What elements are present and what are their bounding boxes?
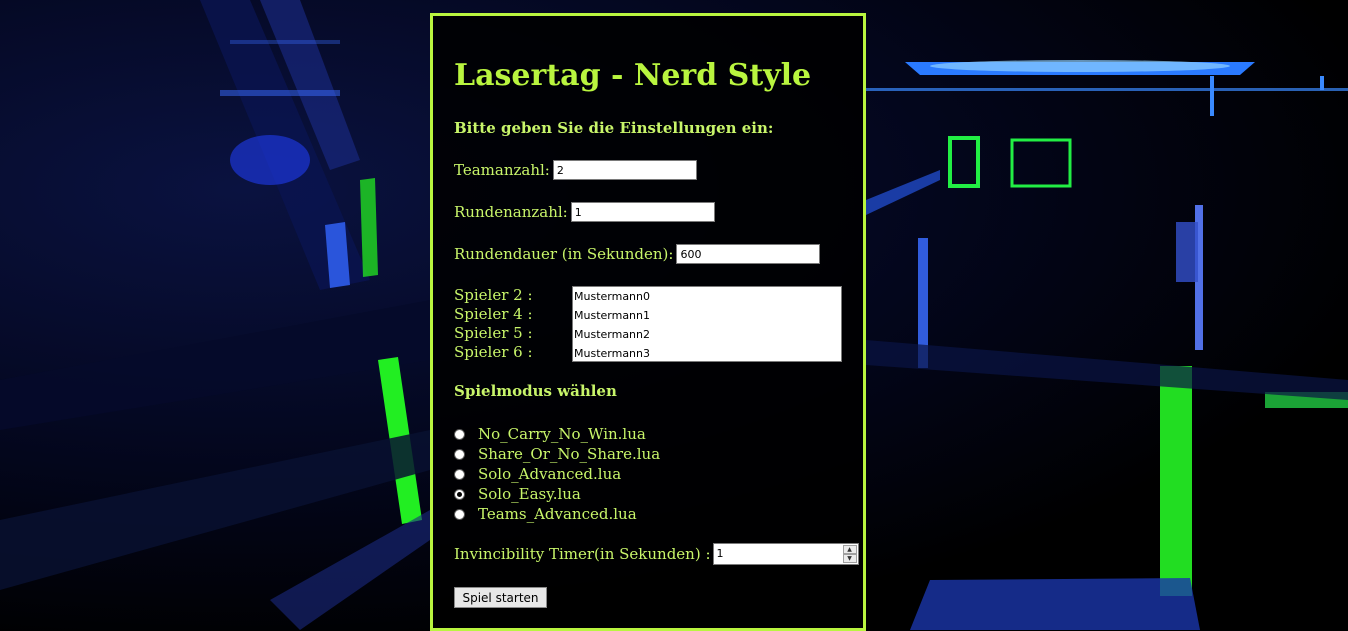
game-mode-label[interactable]: Share_Or_No_Share.lua	[478, 445, 660, 463]
radio-button[interactable]	[454, 508, 465, 520]
player-name-option[interactable]: Mustermann3	[573, 344, 841, 361]
invincibility-timer-value: 1	[716, 547, 724, 560]
player-name-option[interactable]: Mustermann1	[573, 306, 841, 325]
team-count-row: Teamanzahl:	[454, 160, 697, 180]
player-name-option[interactable]: Mustermann2	[573, 325, 841, 344]
settings-prompt: Bitte geben Sie die Einstellungen ein:	[454, 119, 774, 137]
radio-button[interactable]	[454, 448, 465, 460]
invincibility-timer-input[interactable]: 1 ▲ ▼	[712, 543, 859, 565]
player-label: Spieler 2 :	[454, 286, 533, 304]
radio-button[interactable]	[454, 428, 465, 440]
player-name-option[interactable]: Mustermann0	[573, 287, 841, 306]
team-count-input[interactable]	[552, 160, 697, 180]
game-mode-label[interactable]: Teams_Advanced.lua	[478, 505, 637, 523]
player-label: Spieler 6 :	[454, 343, 533, 361]
game-mode-heading: Spielmodus wählen	[454, 382, 617, 400]
player-name-list[interactable]: Mustermann0 Mustermann1 Mustermann2 Must…	[572, 286, 842, 362]
game-mode-option[interactable]: Solo_Advanced.lua	[454, 464, 660, 484]
settings-panel: Lasertag - Nerd Style Bitte geben Sie di…	[430, 13, 866, 631]
round-duration-input[interactable]	[676, 244, 821, 264]
game-mode-option[interactable]: No_Carry_No_Win.lua	[454, 424, 660, 444]
players-section: Spieler 2 : Spieler 4 : Spieler 5 : Spie…	[454, 286, 844, 366]
radio-button[interactable]	[454, 468, 465, 480]
round-count-input[interactable]	[570, 202, 715, 222]
game-mode-label[interactable]: Solo_Advanced.lua	[478, 465, 621, 483]
game-mode-option[interactable]: Teams_Advanced.lua	[454, 504, 660, 524]
round-duration-row: Rundendauer (in Sekunden):	[454, 244, 821, 264]
game-mode-option[interactable]: Share_Or_No_Share.lua	[454, 444, 660, 464]
page-title: Lasertag - Nerd Style	[454, 58, 812, 93]
round-duration-label: Rundendauer (in Sekunden):	[454, 245, 674, 263]
invincibility-timer-label: Invincibility Timer(in Sekunden) :	[454, 545, 711, 563]
invincibility-timer-row: Invincibility Timer(in Sekunden) : 1 ▲ ▼	[454, 543, 859, 565]
game-mode-option[interactable]: Solo_Easy.lua	[454, 484, 660, 504]
game-mode-label[interactable]: Solo_Easy.lua	[478, 485, 581, 503]
team-count-label: Teamanzahl:	[454, 161, 550, 179]
spinner-up-icon[interactable]: ▲	[842, 545, 857, 554]
game-mode-options: No_Carry_No_Win.lua Share_Or_No_Share.lu…	[454, 424, 660, 524]
round-count-label: Rundenanzahl:	[454, 203, 568, 221]
spinner-arrows: ▲ ▼	[842, 545, 857, 563]
player-labels: Spieler 2 : Spieler 4 : Spieler 5 : Spie…	[454, 286, 533, 362]
spinner-down-icon[interactable]: ▼	[842, 554, 857, 563]
round-count-row: Rundenanzahl:	[454, 202, 715, 222]
player-label: Spieler 5 :	[454, 324, 533, 342]
start-game-button[interactable]: Spiel starten	[454, 587, 547, 608]
game-mode-label[interactable]: No_Carry_No_Win.lua	[478, 425, 646, 443]
radio-button[interactable]	[454, 488, 465, 500]
player-label: Spieler 4 :	[454, 305, 533, 323]
